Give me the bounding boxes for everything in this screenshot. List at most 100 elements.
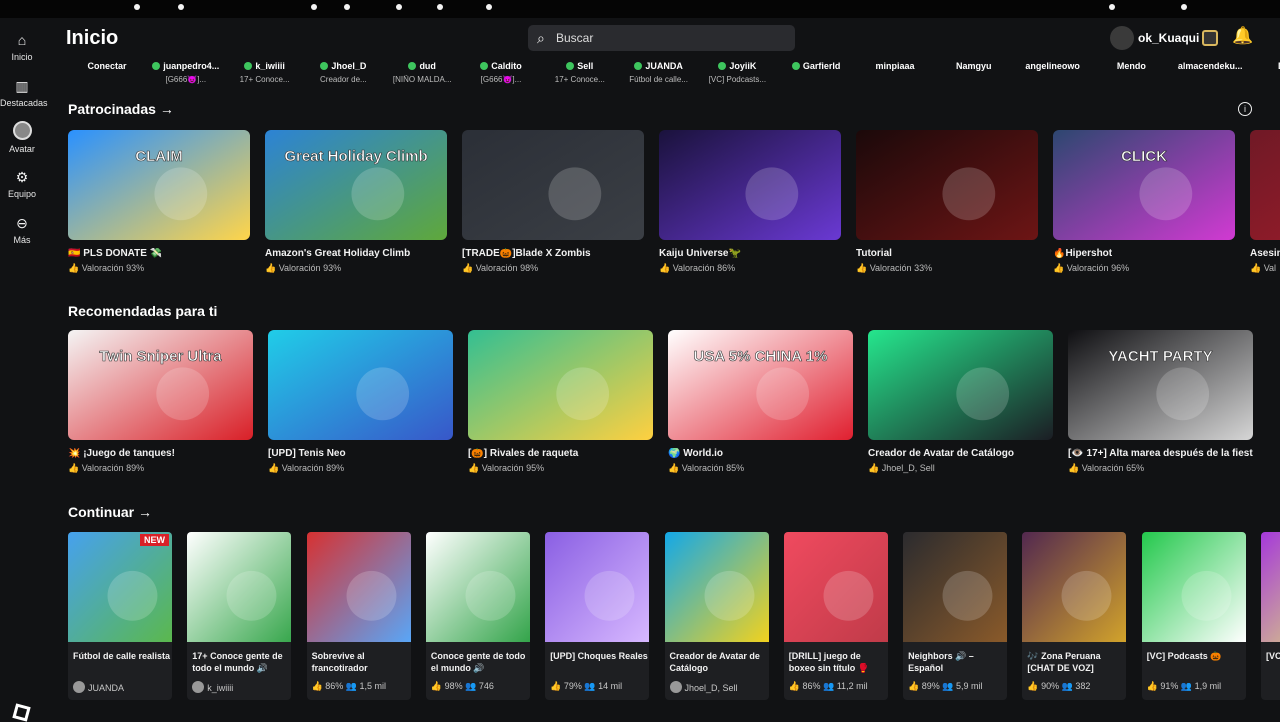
sidebar-item-label: Inicio xyxy=(11,52,33,62)
game-card[interactable]: Creador de Avatar de Catálogo 👍 Jhoel_D, … xyxy=(868,330,1053,480)
friend-item[interactable]: almacendeku... xyxy=(1171,61,1249,71)
game-stats-text: 👍 86% 👥 1,5 mil xyxy=(311,681,387,691)
game-thumbnail xyxy=(187,532,292,642)
friend-item[interactable]: DIAN xyxy=(1250,61,1280,71)
game-card[interactable]: CLAIM 🇪🇸 PLS DONATE 💸 👍 Valoración 93% xyxy=(68,130,250,280)
friend-item[interactable]: Conectar xyxy=(68,61,146,71)
friend-item[interactable]: JUANDA Fútbol de calle... xyxy=(620,61,698,84)
friend-name: Caldito xyxy=(462,61,540,71)
friend-activity: [NIÑO MALDA... xyxy=(392,75,452,84)
robux-icon[interactable] xyxy=(1202,30,1218,46)
game-title: Conoce gente de todo el mundo 🔊 xyxy=(430,651,526,673)
game-card[interactable]: Great Holiday Climb Amazon's Great Holida… xyxy=(265,130,447,280)
game-thumbnail xyxy=(306,532,411,642)
game-thumbnail-frame xyxy=(462,130,644,240)
game-thumbnail xyxy=(1141,532,1246,642)
friend-item[interactable]: Caldito [G666😈]... xyxy=(462,61,540,84)
continue-card[interactable]: [VC xyxy=(1261,532,1280,700)
game-stats-text: JUANDA xyxy=(88,683,125,693)
friend-item[interactable]: Mendo xyxy=(1092,61,1170,71)
game-thumbnail: Great Holiday Climb xyxy=(265,130,447,240)
friend-name: JoyiiK xyxy=(698,61,776,71)
username: ok_Kuaqui xyxy=(1138,31,1200,45)
sponsored-title[interactable]: Patrocinadas → xyxy=(68,101,174,117)
game-card[interactable]: Tutorial 👍 Valoración 33% xyxy=(856,130,1038,280)
top-strip xyxy=(0,0,1280,18)
svg-text:USA 5% CHINA 1%: USA 5% CHINA 1% xyxy=(694,348,828,365)
continue-card[interactable]: Creador de Avatar de Catálogo Jhoel_D, Se… xyxy=(664,532,769,700)
game-title: Kaiju Universe🦖 xyxy=(659,248,741,259)
friend-activity: [VC] Podcasts... xyxy=(708,75,767,84)
game-thumbnail xyxy=(1261,532,1280,642)
game-card[interactable]: CLICK 🔥Hipershot 👍 Valoración 96% xyxy=(1053,130,1235,280)
friend-item[interactable]: JoyiiK [VC] Podcasts... xyxy=(698,61,776,84)
sponsored-row: CLAIM 🇪🇸 PLS DONATE 💸 👍 Valoración 93% Grea… xyxy=(68,130,1280,280)
online-status-dot xyxy=(718,62,727,70)
game-card[interactable]: Twin Sniper Ultra 💥 ¡Juego de tanques! 👍 V… xyxy=(68,330,253,480)
continue-card[interactable]: 🎶 Zona Peruana [CHAT DE VOZ] 👍 90% 👥 382 xyxy=(1022,532,1127,700)
friend-name: almacendeku... xyxy=(1171,61,1249,71)
game-card[interactable]: YACHT PARTY [👁️ 17+] Alta marea después d… xyxy=(1068,330,1253,480)
friend-item[interactable]: k_iwiiii 17+ Conoce... xyxy=(226,61,304,84)
game-title: [👁️ 17+] Alta marea después de la fiesta xyxy=(1068,448,1253,459)
game-card[interactable]: [TRADE🎃]Blade X Zombis 👍 Valoración 98% xyxy=(462,130,644,280)
sidebar-item-destacadas[interactable]: ▥ Destacadas xyxy=(0,77,48,108)
user-avatar xyxy=(1110,26,1134,50)
game-card[interactable]: [🎃] Rivales de raqueta 👍 Valoración 95% xyxy=(468,330,653,480)
info-icon[interactable]: i xyxy=(1238,102,1252,116)
game-stats: 👍 89% 👥 5,9 mil xyxy=(908,681,1007,692)
game-rating: 👍 Valoración 93% xyxy=(265,263,342,273)
game-rating: 👍 Valoración 98% xyxy=(462,263,539,273)
game-title: 17+ Conoce gente de todo el mundo 🔊 xyxy=(192,651,283,673)
game-title: Creador de Avatar de Catálogo xyxy=(868,448,1014,459)
online-status-dot xyxy=(634,62,643,70)
sidebar-item-inicio[interactable]: ⌂ Inicio xyxy=(0,31,44,62)
online-status-dot xyxy=(480,62,489,70)
friend-item[interactable]: minpiaaa xyxy=(856,61,934,71)
friend-name-text: Garfierld xyxy=(802,61,841,71)
continue-card[interactable]: [DRILL] juego de boxeo sin título 🥊 👍 86%… xyxy=(783,532,888,700)
sidebar-item-equipo[interactable]: ⚙ Equipo xyxy=(0,168,44,199)
continue-title[interactable]: Continuar → xyxy=(68,504,152,520)
search-input[interactable]: ⌕ Buscar xyxy=(528,25,795,51)
friend-item[interactable]: Sell 17+ Conoce... xyxy=(541,61,619,84)
sidebar-item-mas[interactable]: ⊖ Más xyxy=(0,214,44,245)
game-stats: 👍 98% 👥 746 xyxy=(431,681,530,692)
game-stats-text: 👍 79% 👥 14 mil xyxy=(550,681,623,691)
game-thumbnail-frame: Great Holiday Climb xyxy=(265,130,447,240)
friend-item[interactable]: dud [NIÑO MALDA... xyxy=(383,61,461,84)
game-stats-text: k_iwiiii xyxy=(207,683,234,693)
friends-row: Conectar juanpedro4... [G666😈]... k_iwiiii 1… xyxy=(68,61,1280,93)
friend-item[interactable]: Garfierld xyxy=(777,61,855,71)
sidebar-item-avatar[interactable]: Avatar xyxy=(0,121,44,154)
game-thumbnail xyxy=(659,130,841,240)
continue-card[interactable]: [UPD] Choques Reales 👍 79% 👥 14 mil xyxy=(545,532,650,700)
continue-card[interactable]: 17+ Conoce gente de todo el mundo 🔊 k_iwi… xyxy=(187,532,292,700)
game-rating: 👍 Valoración 89% xyxy=(268,463,345,473)
friend-name: Mendo xyxy=(1092,61,1170,71)
friend-name-text: Jhoel_D xyxy=(331,61,367,71)
game-thumbnail xyxy=(68,532,172,642)
friend-activity: Fútbol de calle... xyxy=(629,75,688,84)
friend-item[interactable]: Namgyu xyxy=(935,61,1013,71)
game-thumbnail-frame xyxy=(659,130,841,240)
continue-card[interactable]: NEW Fútbol de calle realista JUANDA xyxy=(68,532,172,700)
continue-card[interactable]: Neighbors 🔊 – Español 👍 89% 👥 5,9 mil xyxy=(903,532,1008,700)
game-thumbnail xyxy=(868,330,1053,440)
continue-card[interactable]: Sobrevive al francotirador 👍 86% 👥 1,5 mi… xyxy=(306,532,411,700)
friend-item[interactable]: juanpedro4... [G666😈]... xyxy=(147,61,225,84)
friend-activity: [G666😈]... xyxy=(480,75,522,84)
continue-card[interactable]: Conoce gente de todo el mundo 🔊 👍 98% 👥 7… xyxy=(425,532,530,700)
game-thumbnail-frame xyxy=(856,130,1038,240)
bell-icon[interactable]: 🔔 xyxy=(1232,26,1253,46)
game-thumbnail xyxy=(664,532,769,642)
game-card[interactable]: [UPD] Tenis Neo 👍 Valoración 89% xyxy=(268,330,453,480)
continue-card[interactable]: [VC] Podcasts 🎃 👍 91% 👥 1,9 mil xyxy=(1141,532,1246,700)
friend-item[interactable]: angelineowo xyxy=(1014,61,1092,71)
game-card[interactable]: Kaiju Universe🦖 👍 Valoración 86% xyxy=(659,130,841,280)
game-title: Asesin xyxy=(1250,248,1280,259)
game-card[interactable]: USA 5% CHINA 1% 🌍 World.io 👍 Valoración 85… xyxy=(668,330,853,480)
game-thumbnail-frame: YACHT PARTY xyxy=(1068,330,1253,440)
friend-item[interactable]: Jhoel_D Creador de... xyxy=(304,61,382,84)
game-card[interactable]: Asesin 👍 Val xyxy=(1250,130,1280,280)
